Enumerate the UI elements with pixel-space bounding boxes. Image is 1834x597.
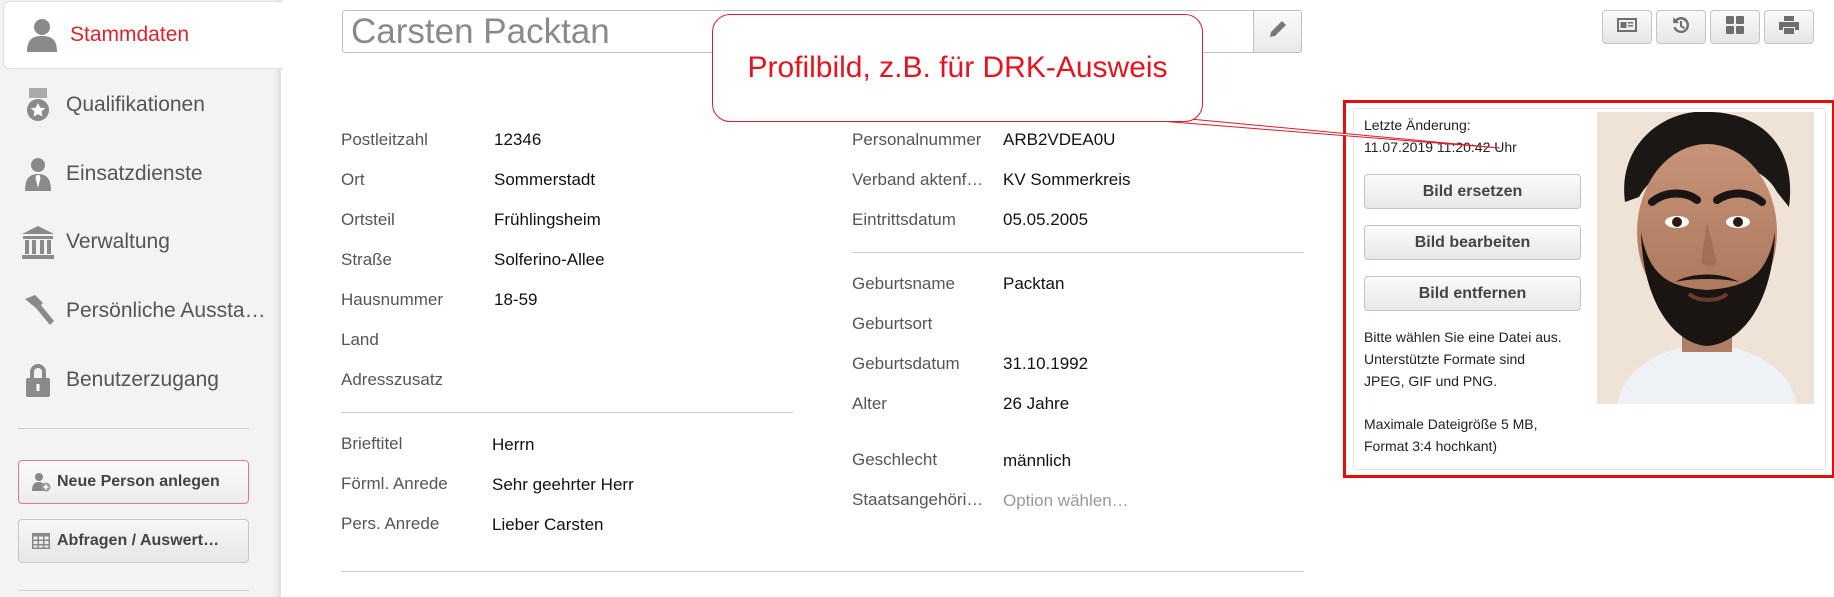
upload-hint-line-1: Bitte wählen Sie eine Datei aus.	[1364, 329, 1562, 345]
grid-icon	[1724, 15, 1746, 40]
sidebar-item-label: Verwaltung	[66, 230, 170, 253]
id-card-icon	[1616, 15, 1638, 40]
new-person-label: Neue Person anlegen	[57, 473, 220, 490]
callout-text: Profilbild, z.B. für DRK-Ausweis	[747, 51, 1168, 84]
alter-label: Alter	[852, 394, 887, 413]
foerml-anrede-value[interactable]: Sehr geehrter Herr	[492, 475, 634, 495]
section-divider	[341, 571, 1304, 572]
upload-hint-line-5: Format 3:4 hochkant)	[1364, 438, 1498, 454]
person-tie-icon	[20, 154, 56, 194]
geburtsname-value[interactable]: Packtan	[1003, 274, 1064, 294]
ortsteil-label: Ortsteil	[341, 210, 395, 229]
history-icon	[1670, 15, 1692, 40]
eintrittsdatum-value[interactable]: 05.05.2005	[1003, 210, 1088, 230]
section-divider	[852, 252, 1304, 253]
table-icon	[31, 531, 51, 551]
printer-icon	[1778, 15, 1800, 40]
new-person-button[interactable]: Neue Person anlegen	[18, 460, 249, 504]
sidebar-item-label: Einsatzdienste	[66, 162, 203, 185]
staatsangehoerigkeit-select[interactable]: Option wählen…	[1003, 491, 1129, 511]
tiles-button[interactable]	[1710, 10, 1760, 44]
upload-hint-line-3: JPEG, GIF und PNG.	[1364, 373, 1498, 389]
geschlecht-select[interactable]: männlich	[1003, 451, 1071, 471]
history-button[interactable]	[1656, 10, 1706, 44]
sidebar-item-label: Persönliche Aussta…	[66, 299, 266, 322]
hausnummer-value[interactable]: 18-59	[494, 290, 537, 310]
sidebar-divider	[18, 428, 249, 429]
pencil-icon	[1267, 18, 1289, 45]
sidebar-item-label: Stammdaten	[70, 23, 190, 46]
profile-photo-illustration	[1597, 112, 1814, 404]
sidebar-item-persoenliche-ausstattung[interactable]: Persönliche Aussta…	[0, 278, 281, 344]
sidebar-item-label: Qualifikationen	[66, 93, 205, 116]
lock-icon	[20, 360, 56, 400]
strasse-label: Straße	[341, 250, 393, 269]
geschlecht-label: Geschlecht	[852, 450, 938, 469]
pers-anrede-value[interactable]: Lieber Carsten	[492, 515, 604, 535]
eintrittsdatum-label: Eintrittsdatum	[852, 210, 956, 229]
id-card-button[interactable]	[1602, 10, 1652, 44]
alter-value: 26 Jahre	[1003, 394, 1070, 413]
sidebar-item-verwaltung[interactable]: Verwaltung	[0, 209, 281, 275]
adresszusatz-label: Adresszusatz	[341, 370, 444, 389]
add-person-icon	[31, 472, 51, 492]
staatsangehoerigkeit-label: Staatsangehöri…	[852, 490, 984, 509]
brieftitel-value[interactable]: Herrn	[492, 435, 535, 455]
geburtsdatum-label: Geburtsdatum	[852, 354, 960, 373]
geburtsdatum-value[interactable]: 31.10.1992	[1003, 354, 1088, 374]
postleitzahl-label: Postleitzahl	[341, 130, 428, 149]
foerml-anrede-label: Förml. Anrede	[341, 474, 448, 493]
sidebar-item-einsatzdienste[interactable]: Einsatzdienste	[0, 141, 281, 207]
sidebar-item-qualifikationen[interactable]: Qualifikationen	[0, 72, 281, 138]
ort-label: Ort	[341, 170, 365, 189]
sidebar: Stammdaten Qualifikationen Einsatzdienst…	[0, 0, 283, 597]
ortsteil-value[interactable]: Frühlingsheim	[494, 210, 601, 230]
edit-photo-button[interactable]: Bild bearbeiten	[1364, 225, 1581, 260]
queries-label: Abfragen / Auswert…	[57, 532, 220, 549]
upload-hint-line-2: Unterstützte Formate sind	[1364, 351, 1526, 367]
last-change-label: Letzte Änderung:	[1364, 117, 1471, 133]
print-button[interactable]	[1764, 10, 1814, 44]
section-divider	[341, 412, 793, 413]
medal-icon	[20, 85, 56, 125]
queries-button[interactable]: Abfragen / Auswert…	[18, 519, 249, 563]
strasse-value[interactable]: Solferino-Allee	[494, 250, 605, 270]
hammer-icon	[20, 291, 56, 331]
sidebar-divider	[18, 590, 249, 591]
sidebar-item-label: Benutzerzugang	[66, 368, 219, 391]
personalnummer-label: Personalnummer	[852, 130, 982, 149]
upload-hint-line-4: Maximale Dateigröße 5 MB,	[1364, 416, 1538, 432]
sidebar-item-stammdaten[interactable]: Stammdaten	[3, 1, 283, 69]
edit-name-button[interactable]	[1253, 10, 1302, 53]
bank-icon	[20, 222, 56, 262]
person-icon	[24, 15, 60, 55]
geburtsname-label: Geburtsname	[852, 274, 955, 293]
ort-value[interactable]: Sommerstadt	[494, 170, 595, 190]
annotation-callout: Profilbild, z.B. für DRK-Ausweis	[712, 14, 1203, 122]
last-change-value: 11.07.2019 11:20:42 Uhr	[1364, 139, 1517, 155]
personalnummer-value[interactable]: ARB2VDEA0U	[1003, 130, 1115, 150]
brieftitel-label: Brieftitel	[341, 434, 403, 453]
profile-photo[interactable]	[1597, 112, 1814, 404]
replace-photo-button[interactable]: Bild ersetzen	[1364, 174, 1581, 209]
geburtsort-label: Geburtsort	[852, 314, 933, 333]
hausnummer-label: Hausnummer	[341, 290, 444, 309]
remove-photo-button[interactable]: Bild entfernen	[1364, 276, 1581, 311]
sidebar-item-benutzerzugang[interactable]: Benutzerzugang	[0, 347, 281, 413]
postleitzahl-value[interactable]: 12346	[494, 130, 541, 150]
verband-value[interactable]: KV Sommerkreis	[1003, 170, 1131, 190]
land-label: Land	[341, 330, 379, 349]
verband-label: Verband aktenf…	[852, 170, 984, 189]
pers-anrede-label: Pers. Anrede	[341, 514, 440, 533]
